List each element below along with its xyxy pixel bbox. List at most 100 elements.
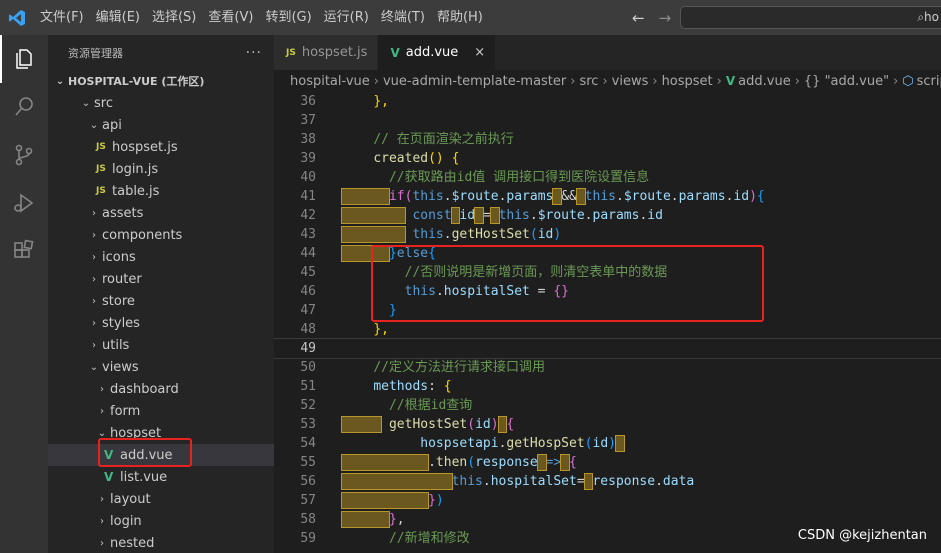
tab-add-vue[interactable]: V add.vue × <box>378 35 497 70</box>
breadcrumb-separator: › <box>893 73 899 89</box>
forward-arrow-icon[interactable]: → <box>659 9 672 27</box>
tree-folder-hospset[interactable]: ⌄ hospset <box>48 422 274 444</box>
chevron-right-icon: › <box>100 405 104 417</box>
menu-file[interactable]: 文件(F) <box>34 0 90 35</box>
more-actions-icon[interactable]: ··· <box>246 45 262 61</box>
tree-folder-layout[interactable]: › layout <box>48 488 274 510</box>
code-line[interactable]: }, <box>341 510 941 529</box>
line-number: 54 <box>300 436 316 451</box>
run-debug-icon[interactable] <box>0 179 48 227</box>
code-token: . <box>482 474 491 489</box>
tree-folder-views[interactable]: ⌄ views <box>48 356 274 378</box>
breadcrumb-separator: › <box>716 73 722 89</box>
tree-folder-dashboard[interactable]: › dashboard <box>48 378 274 400</box>
tab-label: hospset.js <box>301 45 368 60</box>
tree-file-login-js[interactable]: JS login.js <box>48 158 274 180</box>
tree-folder-router[interactable]: › router <box>48 268 274 290</box>
tree-file-hospset-js[interactable]: JS hospset.js <box>48 136 274 158</box>
explorer-icon[interactable] <box>0 35 48 83</box>
tab-hospset-js[interactable]: JS hospset.js <box>274 35 379 70</box>
code-token: . <box>529 208 538 223</box>
code-line[interactable]: .then(response => { <box>340 453 941 472</box>
close-icon[interactable]: × <box>474 45 485 60</box>
code-token: }, <box>373 322 389 337</box>
code-token <box>341 473 453 490</box>
code-token: $route <box>623 189 671 204</box>
tree-file-table-js[interactable]: JS table.js <box>48 180 274 202</box>
search-activity-icon[interactable] <box>0 83 48 131</box>
code-line[interactable]: const id = this.$route.params.id <box>341 206 941 225</box>
code-line[interactable]: //根据id查询 <box>342 396 941 415</box>
back-arrow-icon[interactable]: ← <box>632 9 645 27</box>
code-line[interactable]: //定义方法进行请求接口调用 <box>342 358 941 377</box>
code-line[interactable]: } <box>342 301 941 320</box>
tree-label: dashboard <box>110 381 179 397</box>
breadcrumb-item[interactable]: script <box>917 74 941 89</box>
tree-label: components <box>102 227 183 243</box>
code-line[interactable]: }, <box>342 92 941 111</box>
code-line[interactable] <box>342 111 941 130</box>
code-line[interactable]: hospsetapi.getHospSet(id) <box>342 434 941 453</box>
code-editor[interactable]: 36 37 38 39 40 41 42 43 44 45 46 47 48 4… <box>274 92 941 553</box>
tree-folder-api[interactable]: ⌄ api <box>48 114 274 136</box>
menu-run[interactable]: 运行(R) <box>318 0 375 35</box>
tree-label: icons <box>102 249 136 265</box>
code-line[interactable]: this.hospitalSet= response.data <box>341 472 941 491</box>
source-control-icon[interactable] <box>0 131 48 179</box>
menu-terminal[interactable]: 终端(T) <box>375 0 431 35</box>
code-line[interactable] <box>274 338 941 359</box>
menu-edit[interactable]: 编辑(E) <box>90 0 146 35</box>
tree-folder-store[interactable]: › store <box>48 290 274 312</box>
code-line[interactable]: //否则说明是新增页面，则清空表单中的数据 <box>342 263 941 282</box>
code-token <box>615 435 625 452</box>
code-line[interactable]: created() { <box>342 149 941 168</box>
tree-folder-login[interactable]: › login <box>48 510 274 532</box>
code-token: getHospSet <box>506 436 585 451</box>
menu-selection[interactable]: 选择(S) <box>146 0 202 35</box>
code-token: hospitalSet <box>443 284 530 299</box>
breadcrumb-item[interactable]: hospset <box>662 74 713 89</box>
tree-folder-src[interactable]: ⌄ src <box>48 92 274 114</box>
code-line[interactable]: this.hospitalSet = {} <box>342 282 941 301</box>
breadcrumb-item[interactable]: src <box>579 74 598 89</box>
tree-file-list-vue[interactable]: Vlist.vue <box>48 466 274 488</box>
breadcrumb-item[interactable]: hospital-vue <box>290 74 370 89</box>
breadcrumb-item[interactable]: views <box>612 74 649 89</box>
code-line[interactable]: //获取路由id值 调用接口得到医院设置信息 <box>342 168 941 187</box>
line-number: 46 <box>300 284 316 299</box>
tree-file-add-vue[interactable]: Vadd.vue <box>48 444 274 466</box>
menu-go[interactable]: 转到(G) <box>259 0 317 35</box>
tree-folder-assets[interactable]: › assets <box>48 202 274 224</box>
command-center-search[interactable]: ⌕ho <box>680 6 941 29</box>
code-line[interactable]: }) <box>340 491 941 510</box>
code-line[interactable]: methods: { <box>342 377 941 396</box>
tree-folder-icons[interactable]: › icons <box>48 246 274 268</box>
js-file-icon: JS <box>96 164 106 174</box>
code-line[interactable]: if(this.$route.params && this.$route.par… <box>341 187 941 206</box>
chevron-down-icon: ⌄ <box>97 427 107 439</box>
breadcrumb-item[interactable]: add.vue <box>738 74 791 89</box>
breadcrumb-item[interactable]: vue-admin-template-master <box>383 74 566 89</box>
code-token: . <box>615 189 624 204</box>
code-line[interactable]: }, <box>342 320 941 339</box>
menu-help[interactable]: 帮助(H) <box>431 0 489 35</box>
line-number: 36 <box>300 94 316 109</box>
tree-folder-styles[interactable]: › styles <box>48 312 274 334</box>
tree-folder-form[interactable]: › form <box>48 400 274 422</box>
code-line[interactable]: this.getHostSet(id) <box>341 225 941 244</box>
workspace-header[interactable]: ⌄ HOSPITAL-VUE (工作区) <box>48 70 274 92</box>
code-token: : <box>428 379 444 394</box>
vscode-logo-icon <box>0 0 34 35</box>
tree-folder-components[interactable]: › components <box>48 224 274 246</box>
tree-folder-utils[interactable]: › utils <box>48 334 274 356</box>
menu-view[interactable]: 查看(V) <box>202 0 259 35</box>
breadcrumb-item[interactable]: {} "add.vue" <box>804 74 889 89</box>
code-line[interactable]: }else{ <box>341 244 941 263</box>
code-token: . <box>443 227 452 242</box>
tree-folder-nested[interactable]: › nested <box>48 532 274 553</box>
code-line[interactable]: // 在页面渲染之前执行 <box>342 130 941 149</box>
extensions-icon[interactable] <box>0 227 48 275</box>
code-line[interactable]: getHostSet(id) { <box>340 415 941 434</box>
code-token: () <box>428 151 444 166</box>
